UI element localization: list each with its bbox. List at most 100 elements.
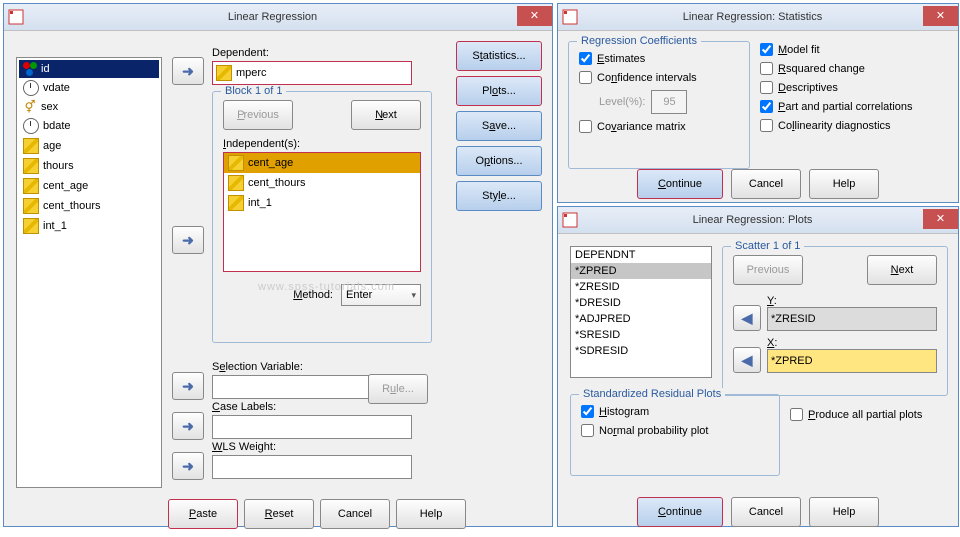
dependent-label: Dependent: (212, 47, 269, 59)
wls-weight-field[interactable] (212, 455, 412, 479)
r-squared-change-checkbox[interactable]: R squared change (760, 62, 948, 75)
help-button[interactable]: Help (396, 499, 466, 529)
variable-list[interactable]: idvdate⚥sexbdateagethourscent_agecent_th… (16, 57, 162, 488)
descriptives-checkbox[interactable]: Descriptives (760, 81, 948, 94)
dependent-value: mperc (236, 67, 267, 79)
confidence-intervals-checkbox[interactable]: Confidence intervals (579, 71, 739, 84)
independent-item[interactable]: cent_age (224, 153, 420, 173)
titlebar: Linear Regression: Statistics ✕ (558, 4, 958, 31)
variable-item[interactable]: int_1 (19, 216, 159, 236)
scatter-fieldset: Scatter 1 of 1 Previous Next ◀ Y: *ZRESI… (722, 246, 948, 396)
plot-list-item[interactable]: *DRESID (571, 295, 711, 311)
linear-regression-dialog: Linear Regression ✕ idvdate⚥sexbdateaget… (3, 3, 553, 527)
regression-coefficients-legend: Regression Coefficients (577, 35, 701, 47)
plot-list-item[interactable]: *ZRESID (571, 279, 711, 295)
block-legend: Block 1 of 1 (221, 85, 286, 97)
y-field[interactable]: *ZRESID (767, 307, 937, 331)
variable-item[interactable]: vdate (19, 78, 159, 98)
options-button[interactable]: Options... (456, 146, 542, 176)
plots-button[interactable]: Plots... (456, 76, 542, 106)
continue-button[interactable]: Continue (637, 169, 723, 199)
next-block-button[interactable]: Next (351, 100, 421, 130)
covariance-matrix-checkbox[interactable]: Covariance matrix (579, 120, 739, 133)
close-button[interactable]: ✕ (923, 6, 958, 26)
dependent-field[interactable]: mperc (212, 61, 412, 85)
cancel-button[interactable]: Cancel (731, 169, 801, 199)
selection-variable-field[interactable] (212, 375, 369, 399)
reset-button[interactable]: Reset (244, 499, 314, 529)
rule-button[interactable]: Rule... (368, 374, 428, 404)
x-field[interactable]: *ZPRED (767, 349, 937, 373)
cancel-button[interactable]: Cancel (320, 499, 390, 529)
move-to-dependent-button[interactable]: ➜ (172, 57, 204, 85)
plots-dialog: Linear Regression: Plots ✕ DEPENDNT*ZPRE… (557, 206, 959, 527)
regression-coefficients-fieldset: Regression Coefficients Estimates Confid… (568, 41, 750, 169)
window-title: Linear Regression (28, 11, 517, 23)
continue-button[interactable]: Continue (637, 497, 723, 527)
statistics-button[interactable]: Statistics... (456, 41, 542, 71)
cancel-button[interactable]: Cancel (731, 497, 801, 527)
variable-item[interactable]: cent_age (19, 176, 159, 196)
standardized-residual-plots-legend: Standardized Residual Plots (579, 388, 725, 400)
app-icon (562, 212, 578, 228)
collinearity-diagnostics-checkbox[interactable]: Collinearity diagnostics (760, 119, 948, 132)
block-fieldset: Block 1 of 1 Previous Next Independent(s… (212, 91, 432, 343)
standardized-residual-plots-fieldset: Standardized Residual Plots Histogram No… (570, 394, 780, 476)
variable-item[interactable]: age (19, 136, 159, 156)
y-label: Y: (767, 295, 937, 307)
wls-weight-label: WLS Weight: (212, 441, 276, 453)
independent-item[interactable]: cent_thours (224, 173, 420, 193)
variable-item[interactable]: thours (19, 156, 159, 176)
plot-list-item[interactable]: DEPENDNT (571, 247, 711, 263)
selection-variable-label: Selection Variable: (212, 361, 303, 373)
help-button[interactable]: Help (809, 169, 879, 199)
histogram-checkbox[interactable]: Histogram (581, 405, 769, 418)
plot-list-item[interactable]: *SDRESID (571, 343, 711, 359)
move-to-selection-variable-button[interactable]: ➜ (172, 372, 204, 400)
plot-list-item[interactable]: *ZPRED (571, 263, 711, 279)
next-scatter-button[interactable]: Next (867, 255, 937, 285)
produce-all-partial-plots-checkbox[interactable]: Produce all partial plots (790, 408, 922, 421)
case-labels-field[interactable] (212, 415, 412, 439)
move-to-y-button[interactable]: ◀ (733, 305, 761, 331)
close-button[interactable]: ✕ (923, 209, 958, 229)
previous-scatter-button[interactable]: Previous (733, 255, 803, 285)
titlebar: Linear Regression: Plots ✕ (558, 207, 958, 234)
plot-list-item[interactable]: *ADJPRED (571, 311, 711, 327)
x-label: X: (767, 337, 937, 349)
variable-item[interactable]: bdate (19, 116, 159, 136)
move-to-x-button[interactable]: ◀ (733, 347, 761, 373)
help-button[interactable]: Help (809, 497, 879, 527)
normal-probability-plot-checkbox[interactable]: Normal probability plot (581, 424, 769, 437)
variable-item[interactable]: id (19, 60, 159, 78)
move-to-case-labels-button[interactable]: ➜ (172, 412, 204, 440)
watermark: www.spss-tutorials.com (258, 281, 395, 293)
side-button-panel: Statistics... Plots... Save... Options..… (456, 41, 542, 211)
independents-label: Independent(s): (223, 138, 421, 150)
ruler-icon (216, 65, 232, 81)
estimates-checkbox[interactable]: Estimates (579, 52, 739, 65)
previous-block-button[interactable]: Previous (223, 100, 293, 130)
paste-button[interactable]: Paste (168, 499, 238, 529)
window-title: Linear Regression: Statistics (582, 11, 923, 23)
statistics-dialog: Linear Regression: Statistics ✕ Regressi… (557, 3, 959, 203)
model-fit-checkbox[interactable]: Model fit (760, 43, 948, 56)
app-icon (562, 9, 578, 25)
save-button[interactable]: Save... (456, 111, 542, 141)
move-to-wls-weight-button[interactable]: ➜ (172, 452, 204, 480)
close-button[interactable]: ✕ (517, 6, 552, 26)
independents-list[interactable]: cent_agecent_thoursint_1 (223, 152, 421, 272)
variable-item[interactable]: cent_thours (19, 196, 159, 216)
variable-item[interactable]: ⚥sex (19, 98, 159, 116)
level-label: Level(%): (599, 96, 645, 108)
plot-list-item[interactable]: *SRESID (571, 327, 711, 343)
style-button[interactable]: Style... (456, 181, 542, 211)
move-to-independent-button[interactable]: ➜ (172, 226, 204, 254)
titlebar: Linear Regression ✕ (4, 4, 552, 31)
scatter-legend: Scatter 1 of 1 (731, 240, 804, 252)
independent-item[interactable]: int_1 (224, 193, 420, 213)
part-partial-correlations-checkbox[interactable]: Part and partial correlations (760, 100, 948, 113)
app-icon (8, 9, 24, 25)
window-title: Linear Regression: Plots (582, 214, 923, 226)
plots-variable-list[interactable]: DEPENDNT*ZPRED*ZRESID*DRESID*ADJPRED*SRE… (570, 246, 712, 378)
